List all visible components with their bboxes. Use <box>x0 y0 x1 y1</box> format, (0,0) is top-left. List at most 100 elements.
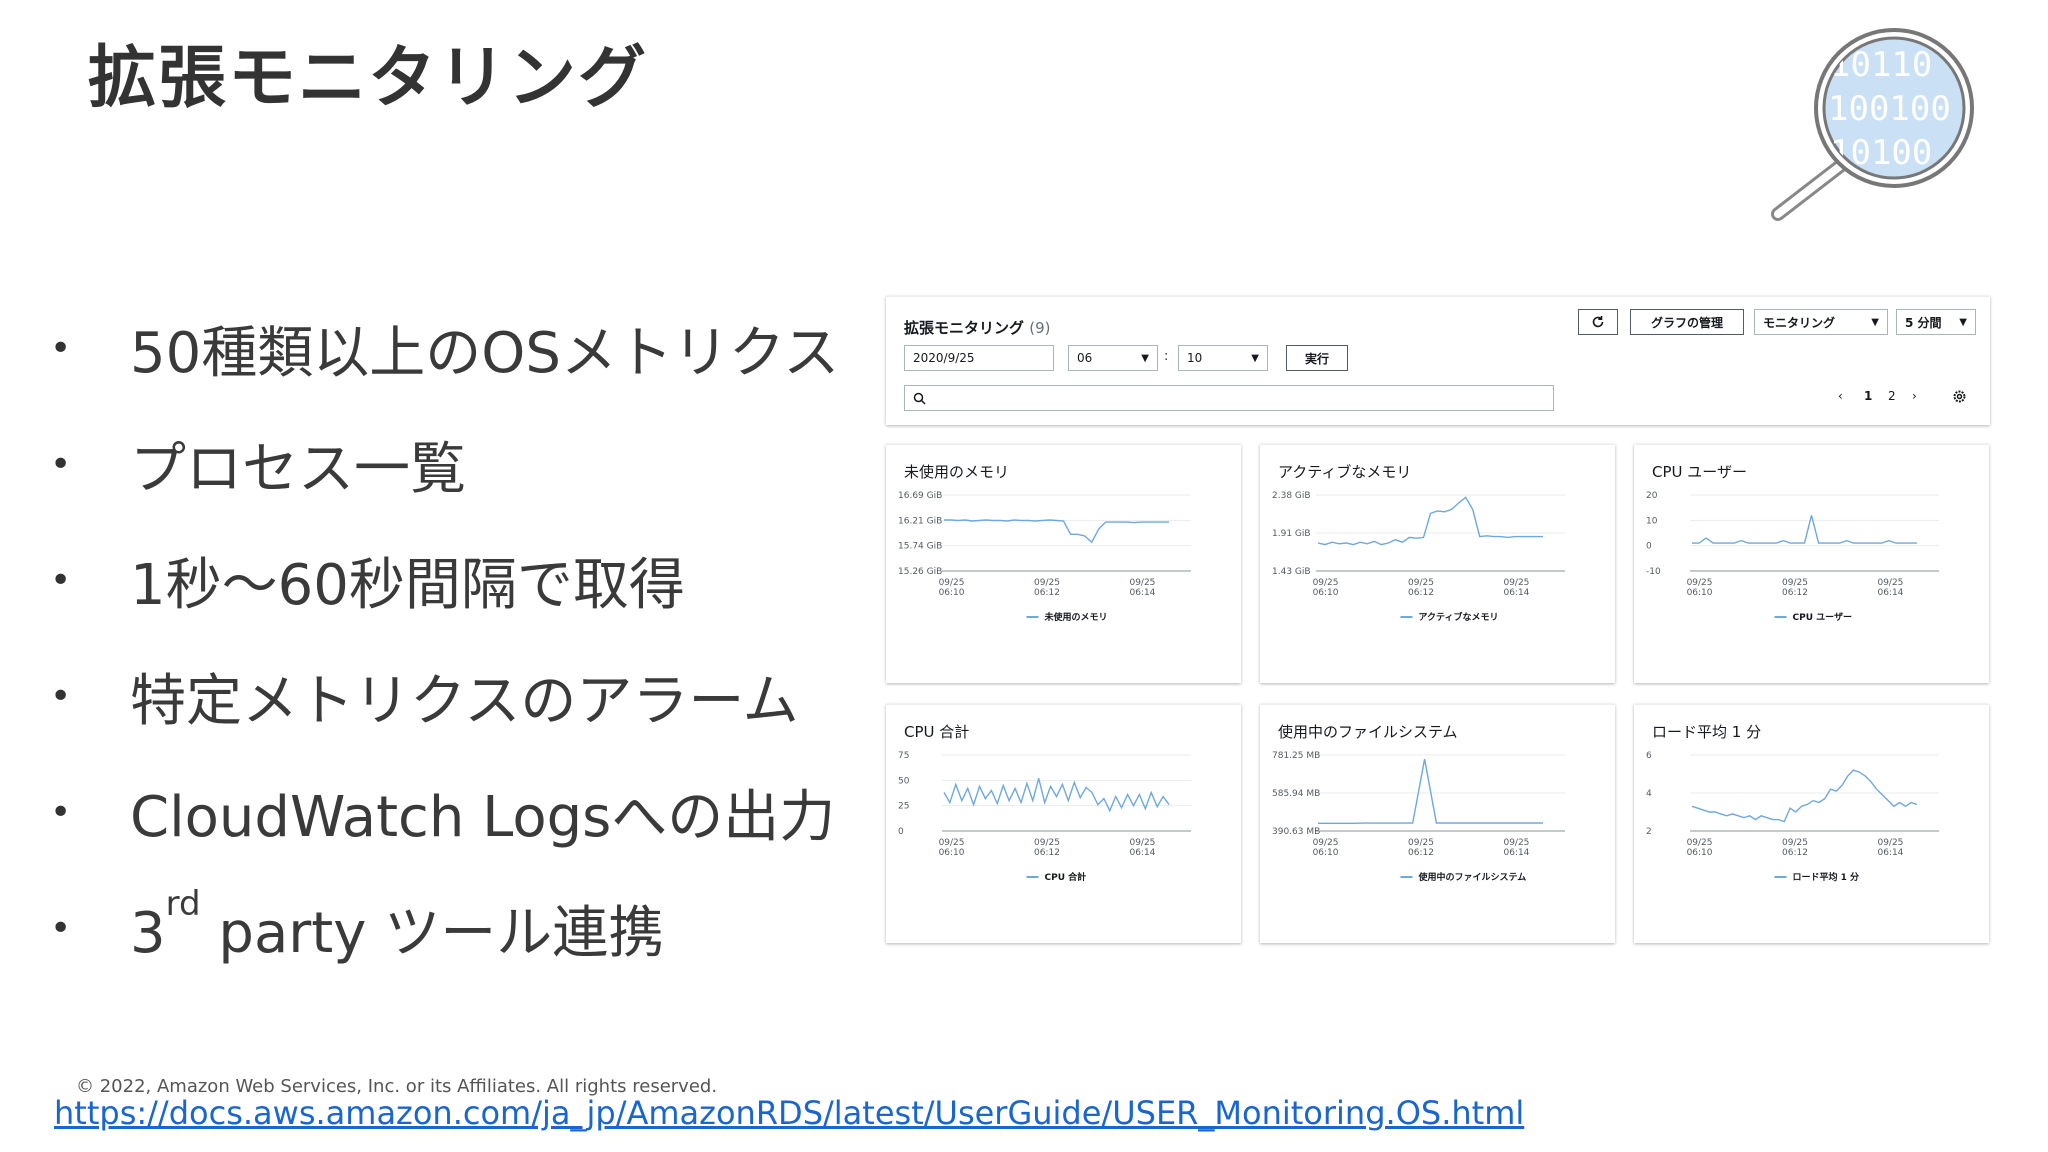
caret-down-icon: ▼ <box>1251 352 1259 364</box>
metric-chart-active-memory: 2.38 GiB1.91 GiB1.43 GiB09/2506:1009/250… <box>1272 491 1565 623</box>
feature-text: 特定メトリクスのアラーム <box>130 668 799 734</box>
metric-card-title: 使用中のファイルシステム <box>1278 723 1458 741</box>
feature-item: • CloudWatch Logsへの出力 <box>50 754 880 870</box>
bullet-icon: • <box>50 327 72 369</box>
enhanced-monitoring-console: 拡張モニタリング (9) グラフの管理 モニタリング ▼ 5 分間 ▼ 2020/9… <box>886 296 1990 946</box>
x-tick-label: 06:14 <box>1877 588 1903 598</box>
documentation-link[interactable]: https://docs.aws.amazon.com/ja_jp/Amazon… <box>54 1094 1524 1132</box>
minute-select[interactable]: 10 ▼ <box>1178 345 1268 371</box>
metric-card: CPU ユーザー 20 10 0 -10 09/25 06:10 09/25 06:12 09/… <box>1634 444 1989 683</box>
x-tick-label: 09/25 <box>1034 838 1060 848</box>
x-tick-label: 06:12 <box>1408 848 1434 858</box>
metric-card-title: ロード平均 1 分 <box>1652 723 1762 741</box>
x-tick-label: 06:14 <box>1503 848 1529 858</box>
caret-down-icon: ▼ <box>1871 316 1879 328</box>
search-icon <box>913 392 926 405</box>
x-tick-label: 06:10 <box>939 588 965 598</box>
x-tick-label: 06:10 <box>939 848 965 858</box>
bullet-icon: • <box>50 791 72 833</box>
feature-text-part: party ツール連携 <box>200 900 665 966</box>
metric-card-title: アクティブなメモリ <box>1278 463 1412 481</box>
feature-item: • 3rd party ツール連携 <box>50 870 880 986</box>
x-tick-label: 09/25 <box>1034 578 1060 588</box>
x-tick-label: 06:10 <box>1313 588 1339 598</box>
x-tick-label: 09/25 <box>1408 578 1434 588</box>
period-dropdown[interactable]: 5 分間 ▼ <box>1896 309 1976 335</box>
x-tick-label: 06:14 <box>1129 848 1155 858</box>
y-tick-label: 4 <box>1646 789 1652 799</box>
pager-prev-button[interactable]: ‹ <box>1838 389 1843 403</box>
metric-card-title: CPU ユーザー <box>1652 463 1747 481</box>
metric-card-title: 未使用のメモリ <box>904 463 1010 481</box>
y-tick-label: 15.26 GiB <box>898 567 942 577</box>
y-tick-label: 0 <box>1646 542 1652 552</box>
y-tick-label: 1.91 GiB <box>1272 529 1311 539</box>
x-tick-label: 06:14 <box>1129 588 1155 598</box>
refresh-button[interactable] <box>1578 309 1618 335</box>
metric-chart-load-average: 64209/2506:1009/2506:1209/2506:14ロード平均 1… <box>1646 751 1939 883</box>
pager-page-2[interactable]: 2 <box>1888 389 1896 403</box>
x-tick-label: 09/25 <box>939 578 965 588</box>
monitoring-header-panel: 拡張モニタリング (9) グラフの管理 モニタリング ▼ 5 分間 ▼ 2020/9… <box>886 296 1990 425</box>
series-line <box>1692 515 1917 544</box>
x-tick-label: 09/25 <box>1687 838 1713 848</box>
x-tick-label: 09/25 <box>1129 838 1155 848</box>
y-tick-label: 390.63 MB <box>1272 827 1320 837</box>
date-input[interactable]: 2020/9/25 <box>904 345 1054 371</box>
feature-text-part: 3 <box>130 900 166 966</box>
x-tick-label: 06:10 <box>1313 848 1339 858</box>
panel-title: 拡張モニタリング (9) <box>904 317 1051 338</box>
feature-item: • 1秒〜60秒間隔で取得 <box>50 522 880 638</box>
x-tick-label: 06:12 <box>1782 848 1808 858</box>
search-input[interactable] <box>904 385 1554 411</box>
monitoring-dropdown-label: モニタリング <box>1763 315 1836 330</box>
hour-select[interactable]: 06 ▼ <box>1068 345 1158 371</box>
feature-item: • 特定メトリクスのアラーム <box>50 638 880 754</box>
feature-text: プロセス一覧 <box>130 436 466 502</box>
y-tick-label: 0 <box>898 827 904 837</box>
legend-label: CPU 合計 <box>1045 871 1087 883</box>
feature-item: • 50種類以上のOSメトリクス <box>50 290 880 406</box>
bullet-icon: • <box>50 907 72 949</box>
series-line <box>944 519 1169 544</box>
panel-title-text: 拡張モニタリング <box>904 319 1025 337</box>
x-tick-label: 09/25 <box>1877 578 1903 588</box>
feature-text-superscript: rd <box>165 883 201 924</box>
feature-text: 3rd party ツール連携 <box>130 884 665 969</box>
run-button[interactable]: 実行 <box>1286 345 1348 371</box>
x-tick-label: 06:10 <box>1687 588 1713 598</box>
y-tick-label: 16.21 GiB <box>898 516 942 526</box>
page-title: 拡張モニタリング <box>88 39 649 118</box>
metric-card: ロード平均 1 分 6 4 2 09/25 06:10 09/25 06:12 09/25 06… <box>1634 704 1989 943</box>
series-line <box>1317 496 1543 546</box>
metric-card: 使用中のファイルシステム 781.25 MB 585.94 MB 390.63 MB… <box>1260 704 1615 943</box>
x-tick-label: 09/25 <box>1503 838 1529 848</box>
binary-digits-row: 100100 <box>1828 89 1951 129</box>
minute-select-value: 10 <box>1187 351 1203 365</box>
manage-graphs-button[interactable]: グラフの管理 <box>1630 309 1744 335</box>
gear-icon[interactable] <box>1952 389 1967 404</box>
feature-text: CloudWatch Logsへの出力 <box>130 784 836 850</box>
x-tick-label: 06:12 <box>1782 588 1808 598</box>
x-tick-label: 09/25 <box>939 838 965 848</box>
metric-card: 未使用のメモリ 16.69 GiB 16.21 GiB 15.74 GiB 15.26… <box>886 444 1241 683</box>
pager-next-button[interactable]: › <box>1912 389 1917 403</box>
feature-text: 1秒〜60秒間隔で取得 <box>130 552 685 618</box>
pager-page-1[interactable]: 1 <box>1864 389 1872 403</box>
y-tick-label: 2.38 GiB <box>1272 491 1311 501</box>
feature-text: 50種類以上のOSメトリクス <box>130 320 840 386</box>
y-tick-label: 20 <box>1646 491 1658 501</box>
legend-label: 未使用のメモリ <box>1044 611 1108 623</box>
y-tick-label: 50 <box>898 776 910 786</box>
x-tick-label: 09/25 <box>1877 838 1903 848</box>
x-tick-label: 09/25 <box>1782 838 1808 848</box>
series-line <box>1691 769 1918 823</box>
caret-down-icon: ▼ <box>1959 316 1967 328</box>
x-tick-label: 06:12 <box>1034 588 1060 598</box>
bullet-icon: • <box>50 675 72 717</box>
bullet-icon: • <box>50 559 72 601</box>
y-tick-label: 16.69 GiB <box>898 491 942 501</box>
feature-list: • 50種類以上のOSメトリクス • プロセス一覧 • 1秒〜60秒間隔で取得 • 特定… <box>50 290 880 986</box>
magnifier-icon: 10110 100100 10100 <box>1771 28 1974 221</box>
monitoring-dropdown[interactable]: モニタリング ▼ <box>1754 309 1888 335</box>
